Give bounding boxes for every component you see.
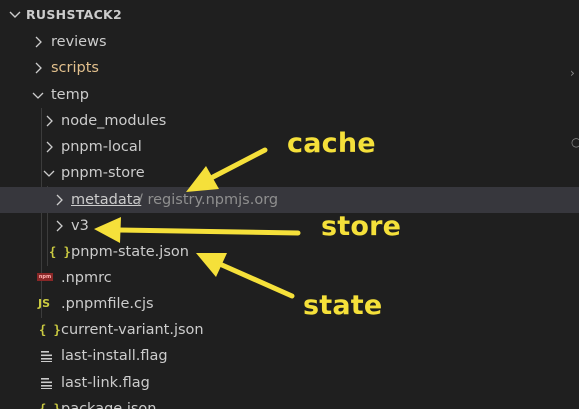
annotation-arrows: [94, 147, 301, 299]
state-arrow: [219, 262, 295, 299]
cache-arrow: [210, 147, 268, 180]
store-arrowhead: [94, 217, 121, 243]
annotation-state: state: [303, 290, 383, 321]
annotation-store: store: [321, 211, 402, 242]
store-arrow: [115, 227, 301, 236]
annotation-cache: cache: [287, 128, 376, 159]
